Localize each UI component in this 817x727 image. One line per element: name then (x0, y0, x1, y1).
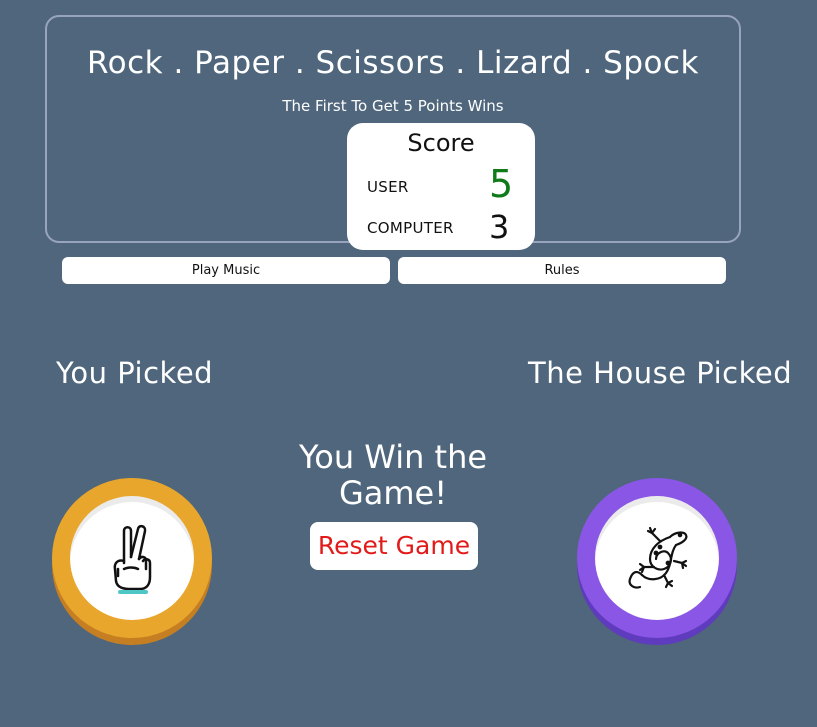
house-picked-label: The House Picked (528, 356, 793, 390)
game-title: Rock . Paper . Scissors . Lizard . Spock (87, 45, 699, 81)
user-pick-token-face (70, 496, 194, 620)
scissors-hand-icon (113, 524, 152, 594)
scoreboard: Score USER 5 COMPUTER 3 (347, 123, 535, 250)
lizard-icon (628, 526, 688, 589)
user-pick-token (52, 478, 212, 638)
you-picked-label: You Picked (56, 356, 214, 390)
result-message: You Win the Game! (298, 438, 488, 512)
header-panel: Rock . Paper . Scissors . Lizard . Spock… (45, 15, 741, 250)
computer-score-value: 3 (489, 208, 510, 246)
user-score-value: 5 (489, 162, 514, 206)
house-pick-token-face (595, 496, 719, 620)
user-score-label: USER (367, 178, 409, 196)
game-subtitle: The First To Get 5 Points Wins (282, 97, 504, 115)
computer-score-label: COMPUTER (367, 219, 454, 237)
house-pick-token (577, 478, 737, 638)
play-music-button[interactable]: Play Music (62, 257, 390, 284)
reset-game-button[interactable]: Reset Game (310, 522, 478, 570)
score-title: Score (407, 129, 475, 157)
rules-button[interactable]: Rules (398, 257, 726, 284)
